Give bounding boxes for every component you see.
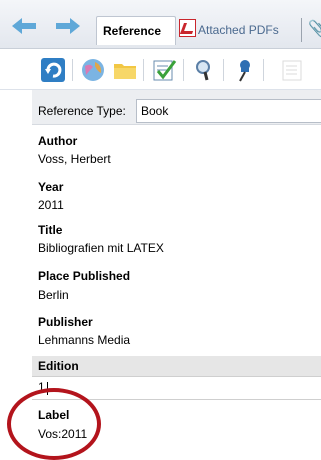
title-label: Title [38, 223, 63, 237]
annotation-circle [7, 388, 101, 460]
toolbar-separator [263, 59, 264, 81]
reference-type-label: Reference Type: [38, 104, 126, 118]
author-label: Author [38, 134, 78, 148]
author-field[interactable]: Voss, Herbert [38, 152, 111, 166]
refresh-icon[interactable] [40, 57, 66, 83]
pushpin-icon[interactable] [231, 57, 257, 83]
tab-attached-pdfs-label: Attached PDFs [198, 23, 279, 37]
globe-icon[interactable] [80, 57, 106, 83]
tab-reference[interactable]: Reference [96, 16, 176, 45]
back-arrow-icon[interactable] [12, 18, 38, 34]
year-label: Year [38, 180, 64, 194]
publisher-label: Publisher [38, 315, 93, 329]
toolbar-separator [72, 59, 73, 81]
toolbar-separator [223, 59, 224, 81]
year-field[interactable]: 2011 [38, 198, 64, 212]
place-published-label: Place Published [38, 269, 131, 283]
publisher-field[interactable]: Lehmanns Media [38, 333, 130, 347]
place-published-field[interactable]: Berlin [38, 288, 69, 302]
toolbar [0, 49, 321, 90]
title-field[interactable]: Bibliografien mit LATEX [38, 241, 164, 255]
tab-attached-pdfs[interactable]: Attached PDFs [177, 16, 299, 44]
edition-label: Edition [38, 359, 79, 373]
reference-type-select[interactable]: Book [136, 99, 321, 123]
reference-type-row: Reference Type: Book [32, 90, 321, 125]
tab-reference-label: Reference [103, 24, 162, 38]
pdf-icon [179, 19, 196, 37]
tab-bar: Reference Attached PDFs 📎 [0, 0, 321, 49]
tab-divider [301, 18, 302, 42]
toolbar-separator [143, 59, 144, 81]
checklist-icon[interactable] [151, 57, 177, 83]
forward-arrow-icon[interactable] [54, 18, 80, 34]
folder-icon[interactable] [112, 57, 138, 83]
toolbar-separator [183, 59, 184, 81]
list-icon[interactable] [280, 57, 306, 83]
paperclip-icon[interactable]: 📎 [308, 19, 321, 39]
find-icon[interactable] [191, 57, 217, 83]
reference-type-value: Book [141, 104, 169, 118]
